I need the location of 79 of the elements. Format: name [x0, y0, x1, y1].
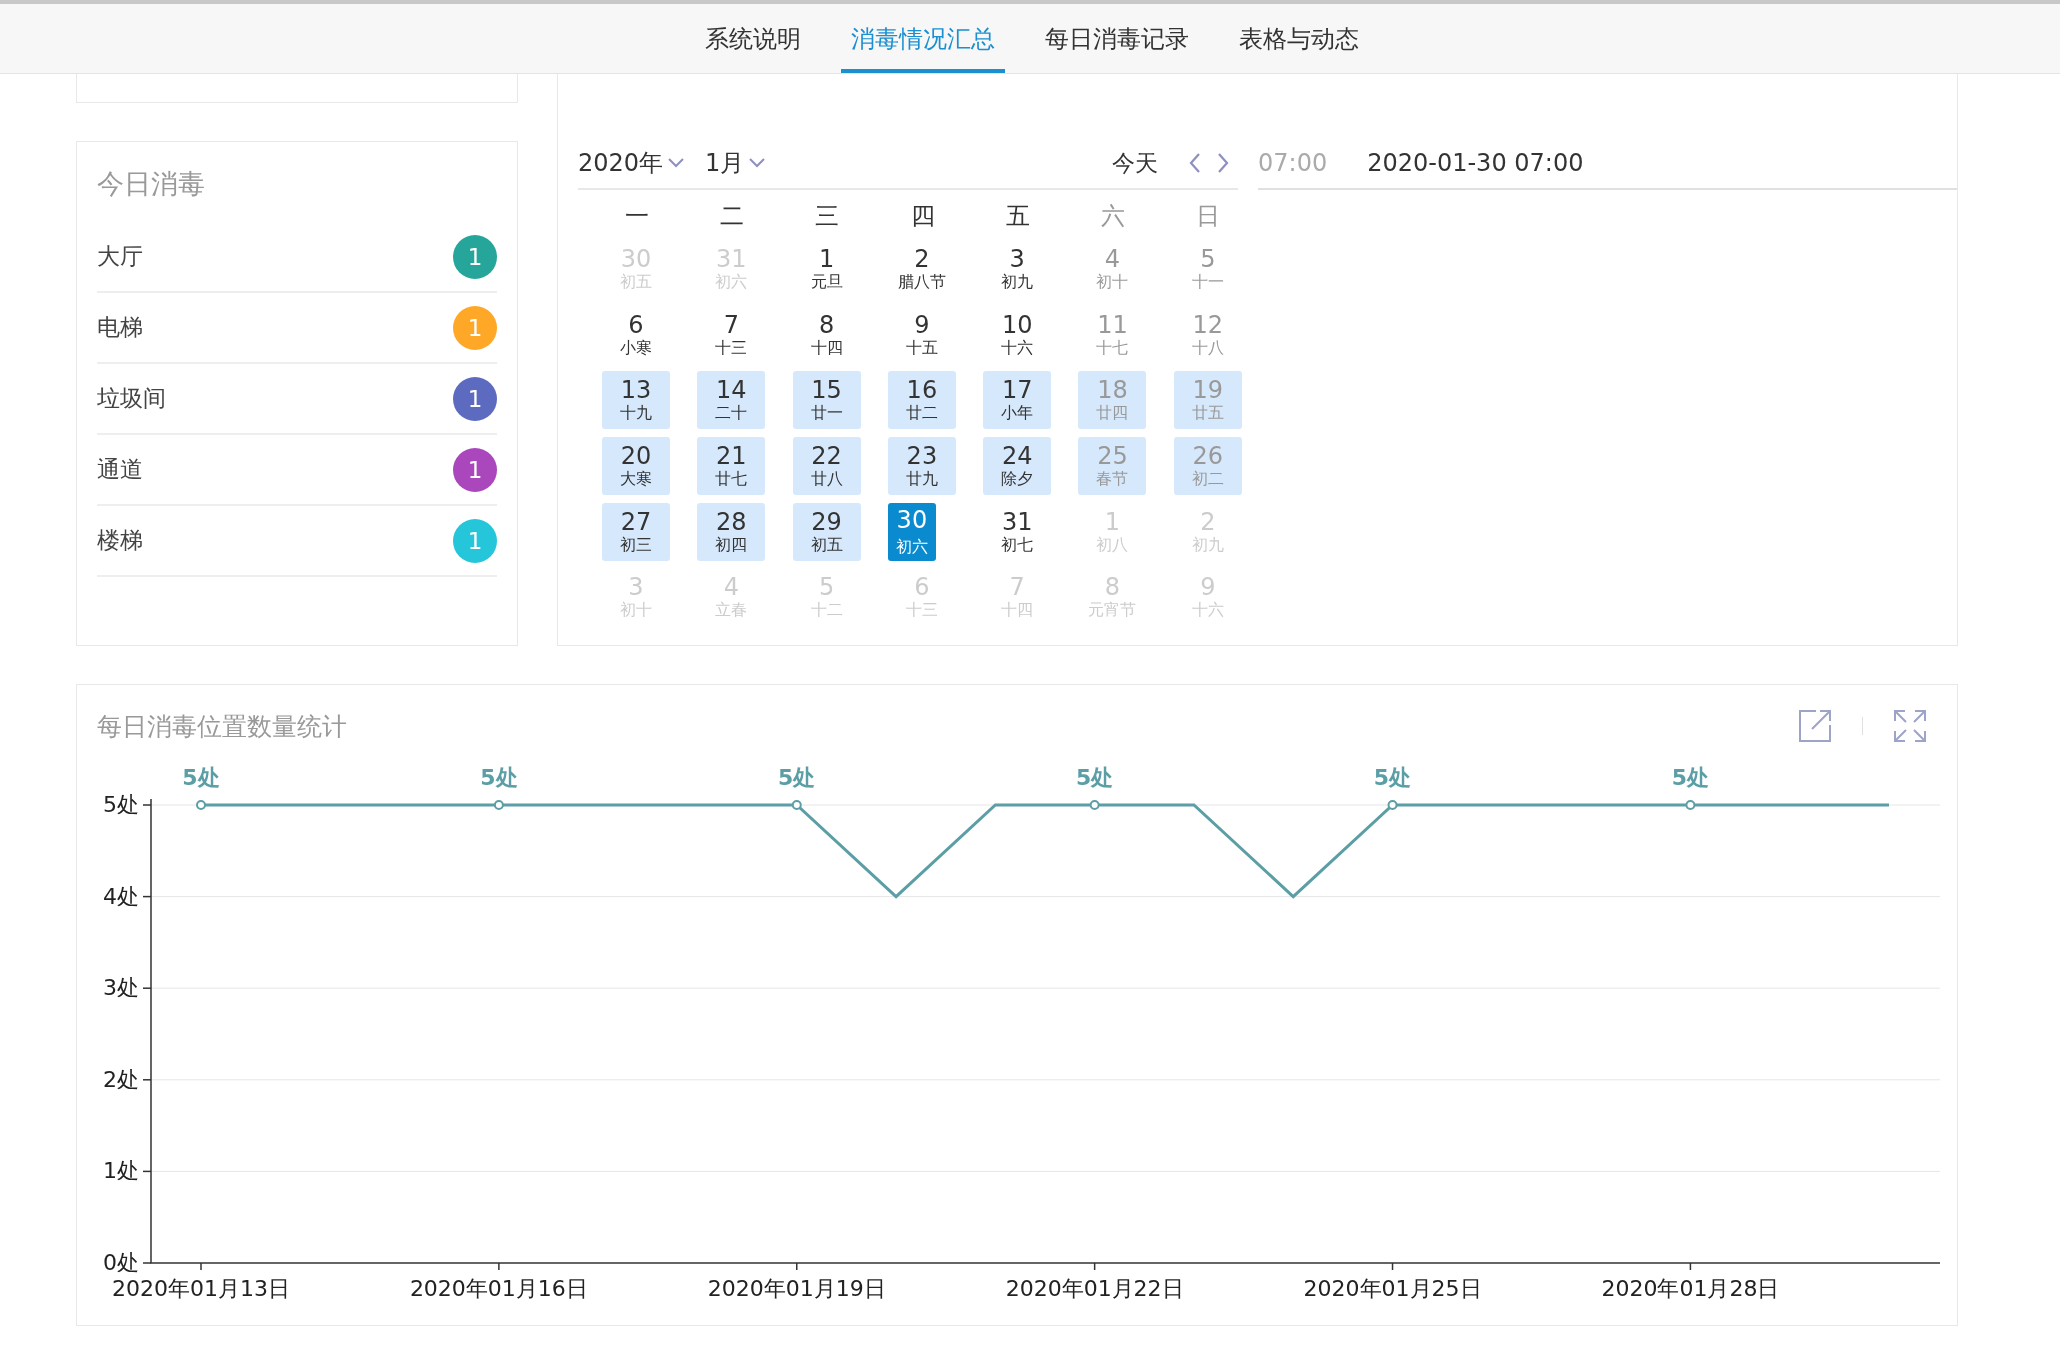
data-label: 5处: [480, 765, 518, 790]
axis-label: 2020年01月25日: [1303, 1276, 1482, 1301]
calendar-day[interactable]: 28 初四: [697, 502, 766, 561]
calendar-day[interactable]: 20 大寒: [602, 437, 670, 496]
axis-label: 0处: [103, 1250, 139, 1275]
calendar-day[interactable]: 16 廿二: [887, 371, 956, 430]
location-label: 通道: [97, 455, 143, 484]
external-link-icon[interactable]: [1798, 709, 1832, 743]
weekday-label: 一: [623, 201, 650, 232]
chevron-left-icon[interactable]: [1188, 152, 1202, 174]
calendar-day[interactable]: 22 廿八: [792, 437, 861, 496]
data-point: [1089, 800, 1100, 810]
axis-label: 2020年01月13日: [112, 1276, 290, 1301]
calendar-day[interactable]: 2 腊八节: [887, 240, 956, 298]
location-label: 垃圾间: [97, 384, 166, 413]
axis-label: 2020年01月16日: [409, 1276, 588, 1301]
data-label: 5处: [1671, 765, 1710, 790]
count-badge: 1: [453, 447, 497, 492]
calendar-day[interactable]: 10 十六: [983, 305, 1052, 364]
calendar-day[interactable]: 6 小寒: [602, 305, 670, 364]
today-button[interactable]: 今天: [1112, 147, 1158, 179]
axis-label: 2020年01月19日: [707, 1276, 886, 1301]
panel-title: 今日消毒: [97, 167, 206, 201]
calendar-day[interactable]: 13 十九: [602, 371, 670, 430]
caret-icon: [748, 157, 767, 169]
datetime-value: 2020-01-30 07:00: [1367, 149, 1584, 177]
data-label: 5处: [1373, 765, 1412, 790]
calendar-day[interactable]: 27 初三: [602, 502, 670, 561]
calendar-day[interactable]: 9 十五: [887, 305, 956, 364]
weekday-label: 日: [1195, 201, 1222, 232]
calendar-day[interactable]: 7 十三: [697, 305, 766, 364]
caret-icon: [667, 157, 686, 169]
calendar-day[interactable]: 17 小年: [983, 371, 1052, 430]
weekday-label: 四: [909, 201, 936, 232]
data-label: 5处: [182, 765, 220, 790]
data-point: [1387, 800, 1398, 810]
data-point: [1685, 800, 1696, 810]
chart-title: 每日消毒位置数量统计: [97, 710, 347, 743]
count-badge: 1: [453, 518, 497, 563]
calendar-day[interactable]: 14 二十: [697, 371, 766, 430]
location-label: 大厅: [97, 242, 143, 271]
weekday-label: 五: [1004, 201, 1031, 232]
axis-label: 2处: [103, 1066, 139, 1092]
count-badge: 1: [453, 234, 497, 279]
calendar-day[interactable]: 15 廿一: [792, 371, 861, 430]
axis-label: 4处: [103, 883, 139, 909]
count-badge: 1: [453, 376, 497, 421]
year-dropdown[interactable]: 2020年: [578, 147, 686, 179]
weekday-label: 六: [1100, 201, 1127, 232]
calendar-day[interactable]: 30 初六: [887, 502, 936, 561]
data-point: [196, 800, 206, 810]
data-point: [493, 800, 504, 810]
tab[interactable]: 表格与动态: [1229, 4, 1369, 73]
location-label: 楼梯: [97, 526, 143, 555]
chevron-right-icon[interactable]: [1216, 152, 1230, 174]
tab[interactable]: 系统说明: [695, 4, 811, 73]
location-label: 电梯: [97, 313, 143, 342]
axis-label: 3处: [103, 975, 139, 1001]
tab[interactable]: 每日消毒记录: [1035, 4, 1199, 73]
calendar-day[interactable]: 24 除夕: [983, 437, 1052, 496]
calendar-day[interactable]: 31 初七: [983, 502, 1052, 561]
calendar-day[interactable]: 21 廿七: [697, 437, 766, 496]
axis-label: 5处: [103, 792, 139, 817]
weekday-label: 二: [718, 201, 745, 232]
calendar-day[interactable]: 29 初五: [792, 502, 861, 561]
calendar-day[interactable]: 1 元旦: [792, 240, 861, 298]
calendar-day[interactable]: 8 十四: [792, 305, 861, 364]
month-dropdown[interactable]: 1月: [705, 147, 767, 179]
axis-label: 1处: [103, 1158, 139, 1184]
fullscreen-icon[interactable]: [1893, 709, 1927, 743]
calendar-day[interactable]: 23 廿九: [887, 437, 956, 496]
data-label: 5处: [1076, 765, 1114, 790]
axis-label: 2020年01月22日: [1005, 1276, 1184, 1301]
data-point: [791, 800, 802, 810]
calendar-day[interactable]: 3 初九: [983, 240, 1052, 298]
axis-label: 2020年01月28日: [1601, 1276, 1780, 1301]
count-badge: 1: [453, 305, 497, 350]
weekday-label: 三: [814, 201, 841, 232]
data-label: 5处: [778, 765, 816, 790]
